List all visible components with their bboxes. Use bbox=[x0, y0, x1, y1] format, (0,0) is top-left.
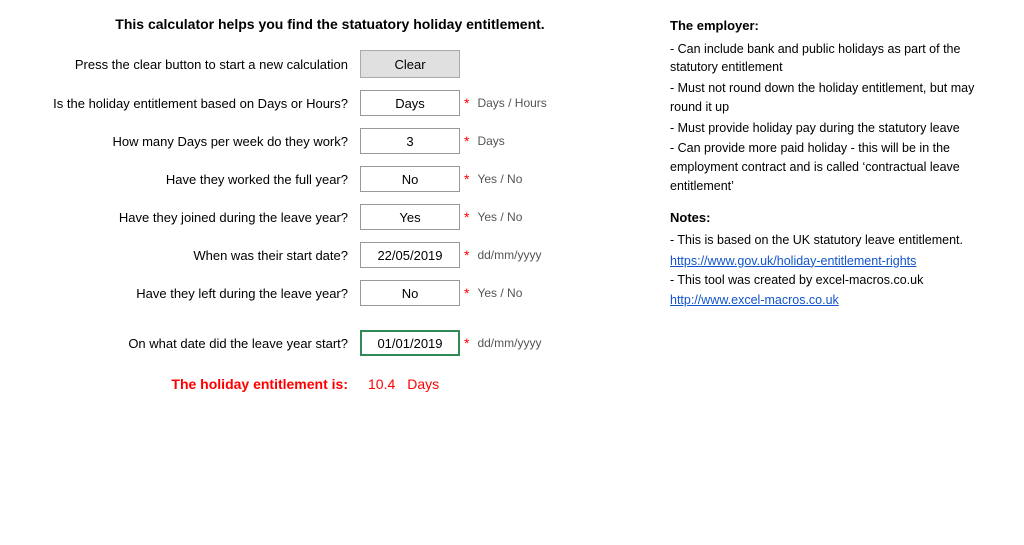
employer-point-2: - Must not round down the holiday entitl… bbox=[670, 79, 1004, 117]
notes-point-1: - This is based on the UK statutory leav… bbox=[670, 231, 1004, 250]
days-per-week-label: How many Days per week do they work? bbox=[20, 134, 360, 149]
notes-title: Notes: bbox=[670, 208, 1004, 228]
joined-hint: Yes / No bbox=[477, 210, 522, 224]
days-hours-row: Is the holiday entitlement based on Days… bbox=[20, 90, 640, 116]
days-hours-input[interactable] bbox=[360, 90, 460, 116]
days-hours-label: Is the holiday entitlement based on Days… bbox=[20, 96, 360, 111]
start-date-row: When was their start date? * dd/mm/yyyy bbox=[20, 242, 640, 268]
left-input-area bbox=[360, 280, 460, 306]
left-label: Have they left during the leave year? bbox=[20, 286, 360, 301]
employer-title: The employer: bbox=[670, 16, 1004, 36]
leave-year-start-input-area bbox=[360, 330, 460, 356]
start-date-input[interactable] bbox=[360, 242, 460, 268]
start-date-hint: dd/mm/yyyy bbox=[477, 248, 541, 262]
leave-year-start-required: * bbox=[464, 335, 469, 351]
left-hint: Yes / No bbox=[477, 286, 522, 300]
full-year-row: Have they worked the full year? * Yes / … bbox=[20, 166, 640, 192]
joined-input[interactable] bbox=[360, 204, 460, 230]
left-required: * bbox=[464, 285, 469, 301]
result-value: 10.4 bbox=[368, 376, 395, 392]
joined-input-area bbox=[360, 204, 460, 230]
employer-point-3: - Must provide holiday pay during the st… bbox=[670, 119, 1004, 138]
result-row: The holiday entitlement is: 10.4 Days bbox=[20, 376, 640, 392]
leave-year-start-row: On what date did the leave year start? *… bbox=[20, 330, 640, 356]
days-hours-required: * bbox=[464, 95, 469, 111]
full-year-required: * bbox=[464, 171, 469, 187]
full-year-label: Have they worked the full year? bbox=[20, 172, 360, 187]
right-panel: The employer: - Can include bank and pub… bbox=[660, 16, 1004, 392]
joined-label: Have they joined during the leave year? bbox=[20, 210, 360, 225]
start-date-input-area bbox=[360, 242, 460, 268]
days-per-week-input[interactable] bbox=[360, 128, 460, 154]
note2: - This tool was created by excel-macros.… bbox=[670, 271, 1004, 290]
joined-required: * bbox=[464, 209, 469, 225]
days-per-week-required: * bbox=[464, 133, 469, 149]
clear-row: Press the clear button to start a new ca… bbox=[20, 50, 640, 78]
full-year-input-area bbox=[360, 166, 460, 192]
leave-year-start-label: On what date did the leave year start? bbox=[20, 336, 360, 351]
full-year-input[interactable] bbox=[360, 166, 460, 192]
days-per-week-hint: Days bbox=[477, 134, 504, 148]
page-title: This calculator helps you find the statu… bbox=[20, 16, 640, 32]
joined-row: Have they joined during the leave year? … bbox=[20, 204, 640, 230]
days-per-week-input-area bbox=[360, 128, 460, 154]
result-label: The holiday entitlement is: bbox=[20, 376, 360, 392]
leave-year-start-hint: dd/mm/yyyy bbox=[477, 336, 541, 350]
left-input[interactable] bbox=[360, 280, 460, 306]
full-year-hint: Yes / No bbox=[477, 172, 522, 186]
clear-input-area: Clear bbox=[360, 50, 460, 78]
link1[interactable]: https://www.gov.uk/holiday-entitlement-r… bbox=[670, 254, 916, 268]
left-row: Have they left during the leave year? * … bbox=[20, 280, 640, 306]
link2[interactable]: http://www.excel-macros.co.uk bbox=[670, 293, 839, 307]
leave-year-start-input[interactable] bbox=[360, 330, 460, 356]
employer-point-1: - Can include bank and public holidays a… bbox=[670, 40, 1004, 78]
days-hours-input-area bbox=[360, 90, 460, 116]
start-date-required: * bbox=[464, 247, 469, 263]
start-date-label: When was their start date? bbox=[20, 248, 360, 263]
employer-point-4: - Can provide more paid holiday - this w… bbox=[670, 139, 1004, 195]
days-per-week-row: How many Days per week do they work? * D… bbox=[20, 128, 640, 154]
clear-button[interactable]: Clear bbox=[360, 50, 460, 78]
clear-label: Press the clear button to start a new ca… bbox=[20, 57, 360, 72]
result-unit: Days bbox=[407, 376, 439, 392]
days-hours-hint: Days / Hours bbox=[477, 96, 546, 110]
